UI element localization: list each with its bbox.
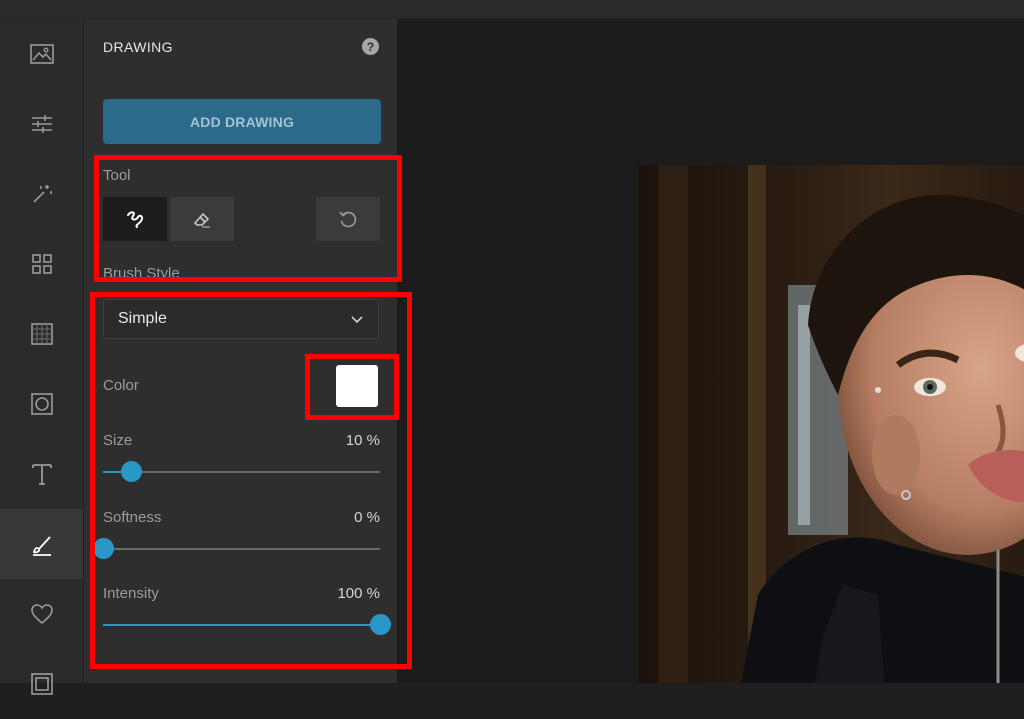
frame-icon — [30, 393, 53, 415]
size-slider-handle[interactable] — [120, 461, 142, 482]
photo-preview[interactable] — [638, 165, 1024, 683]
rail-item-overlays[interactable] — [0, 649, 83, 719]
intensity-slider[interactable] — [103, 614, 391, 635]
top-bar — [0, 0, 1024, 19]
eraser-icon — [193, 212, 210, 228]
rail-item-drawing[interactable] — [0, 509, 83, 579]
grid-icon — [31, 254, 52, 274]
overlay-icon — [30, 673, 53, 695]
softness-value: 0 % — [354, 509, 380, 526]
panel-title: DRAWING — [103, 39, 173, 55]
magic-wand-icon — [32, 185, 52, 203]
size-slider[interactable] — [103, 461, 380, 482]
rail-item-image[interactable] — [0, 19, 83, 89]
softness-slider-handle[interactable] — [93, 538, 114, 559]
eraser-tool-button[interactable] — [170, 197, 234, 241]
brush-tool-button[interactable] — [103, 197, 167, 241]
rail-item-adjust[interactable] — [0, 89, 83, 159]
intensity-value: 100 % — [337, 585, 380, 602]
size-label: Size — [103, 432, 133, 449]
rail-item-textures[interactable] — [0, 299, 83, 369]
text-icon — [31, 464, 52, 485]
image-icon — [29, 44, 54, 64]
tool-label: Tool — [103, 167, 131, 184]
rail-item-collage[interactable] — [0, 229, 83, 299]
chevron-down-icon — [351, 316, 363, 324]
tool-rail — [0, 19, 83, 695]
intensity-slider-handle[interactable] — [370, 614, 391, 635]
add-drawing-button[interactable]: ADD DRAWING — [103, 99, 381, 144]
undo-icon — [339, 211, 357, 228]
brush-icon — [32, 536, 51, 556]
portrait-photo — [638, 165, 1024, 683]
softness-slider[interactable] — [93, 538, 380, 559]
help-icon[interactable]: ? — [362, 38, 379, 55]
drawing-panel: DRAWING ? ADD DRAWING Tool Brush Style S… — [84, 19, 397, 683]
color-swatch[interactable] — [336, 365, 378, 407]
color-label: Color — [103, 377, 139, 394]
rail-item-frames[interactable] — [0, 369, 83, 439]
intensity-slider-fill — [103, 624, 380, 626]
heart-icon — [30, 604, 53, 625]
texture-icon — [30, 323, 53, 345]
undo-button[interactable] — [316, 197, 380, 241]
softness-label: Softness — [103, 509, 162, 526]
rail-item-effects[interactable] — [0, 159, 83, 229]
rail-item-text[interactable] — [0, 439, 83, 509]
brush-style-label: Brush Style — [103, 265, 180, 279]
size-value: 10 % — [345, 432, 380, 449]
brush-icon — [127, 211, 144, 228]
sliders-icon — [31, 115, 52, 133]
rail-item-stickers[interactable] — [0, 579, 83, 649]
brush-style-value: Simple — [118, 310, 167, 327]
canvas-area[interactable] — [397, 19, 1024, 683]
intensity-label: Intensity — [103, 585, 159, 602]
brush-style-select[interactable]: Simple — [103, 299, 379, 339]
